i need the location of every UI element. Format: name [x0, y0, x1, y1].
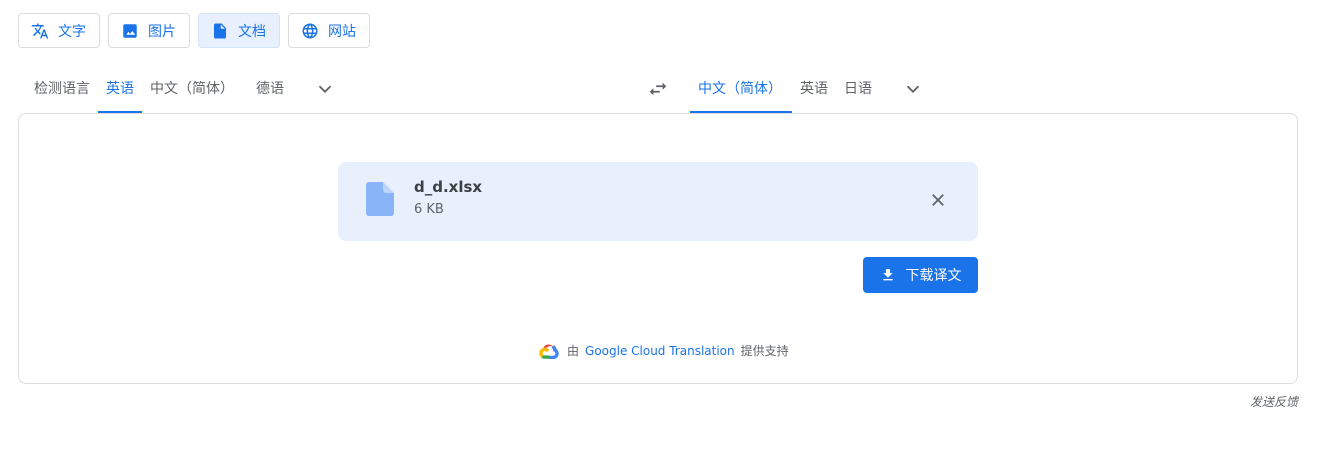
file-size: 6 KB	[414, 202, 444, 217]
download-label: 下载译文	[905, 268, 962, 284]
lang-label: 检测语言	[34, 80, 90, 97]
close-icon	[932, 194, 944, 206]
download-icon	[882, 269, 893, 281]
download-translation-button[interactable]: 下载译文	[863, 257, 978, 293]
mode-document-label: 文档	[238, 23, 266, 40]
lang-label: 中文（简体）	[150, 80, 234, 97]
file-name: d_d.xlsx	[414, 178, 483, 196]
target-lang-english[interactable]: 英语	[792, 64, 836, 113]
mode-image-button[interactable]: 图片	[108, 13, 190, 48]
mode-text-button[interactable]: 文字	[18, 13, 100, 48]
swap-languages-button[interactable]	[644, 76, 672, 102]
target-lang-more-button[interactable]	[880, 64, 936, 113]
source-lang-more-button[interactable]	[292, 64, 348, 113]
chevron-down-icon	[318, 85, 332, 93]
translate-icon	[31, 23, 49, 38]
mode-document-button[interactable]: 文档	[198, 13, 280, 48]
source-lang-detect[interactable]: 检测语言	[18, 64, 98, 113]
document-panel: d_d.xlsx 6 KB 下载译文 由 Google Cloud Transl…	[18, 113, 1298, 384]
lang-label: 日语	[844, 80, 872, 97]
mode-text-label: 文字	[58, 23, 86, 40]
target-lang-japanese[interactable]: 日语	[836, 64, 880, 113]
document-icon	[214, 23, 226, 38]
source-lang-german[interactable]: 德语	[242, 64, 292, 113]
mode-website-button[interactable]: 网站	[288, 13, 370, 48]
lang-label: 中文（简体）	[698, 80, 782, 97]
globe-icon	[302, 23, 318, 38]
target-lang-chinese-simplified[interactable]: 中文（简体）	[690, 64, 792, 113]
lang-label: 英语	[106, 80, 134, 97]
file-card: d_d.xlsx 6 KB	[338, 162, 978, 241]
lang-label: 德语	[256, 80, 284, 97]
image-icon	[123, 23, 137, 38]
source-language-bar: 检测语言 英语 中文（简体） 德语	[18, 64, 348, 113]
google-cloud-icon	[539, 344, 559, 359]
chevron-down-icon	[906, 85, 920, 93]
target-language-bar: 中文（简体） 英语 日语	[690, 64, 936, 113]
swap-icon	[649, 82, 667, 96]
powered-by: 由 Google Cloud Translation 提供支持	[539, 342, 789, 359]
mode-image-label: 图片	[148, 23, 176, 40]
remove-file-button[interactable]	[924, 186, 952, 214]
google-cloud-translation-link[interactable]: Google Cloud Translation	[585, 344, 735, 358]
powered-prefix: 由	[567, 344, 580, 358]
mode-website-label: 网站	[328, 23, 356, 40]
file-icon	[366, 182, 394, 216]
mode-bar: 文字 图片 文档 网站	[18, 13, 370, 48]
powered-suffix: 提供支持	[740, 344, 789, 358]
lang-label: 英语	[800, 80, 828, 97]
source-lang-english[interactable]: 英语	[98, 64, 142, 113]
source-lang-chinese-simplified[interactable]: 中文（简体）	[142, 64, 242, 113]
send-feedback-link[interactable]: 发送反馈	[1250, 393, 1298, 410]
